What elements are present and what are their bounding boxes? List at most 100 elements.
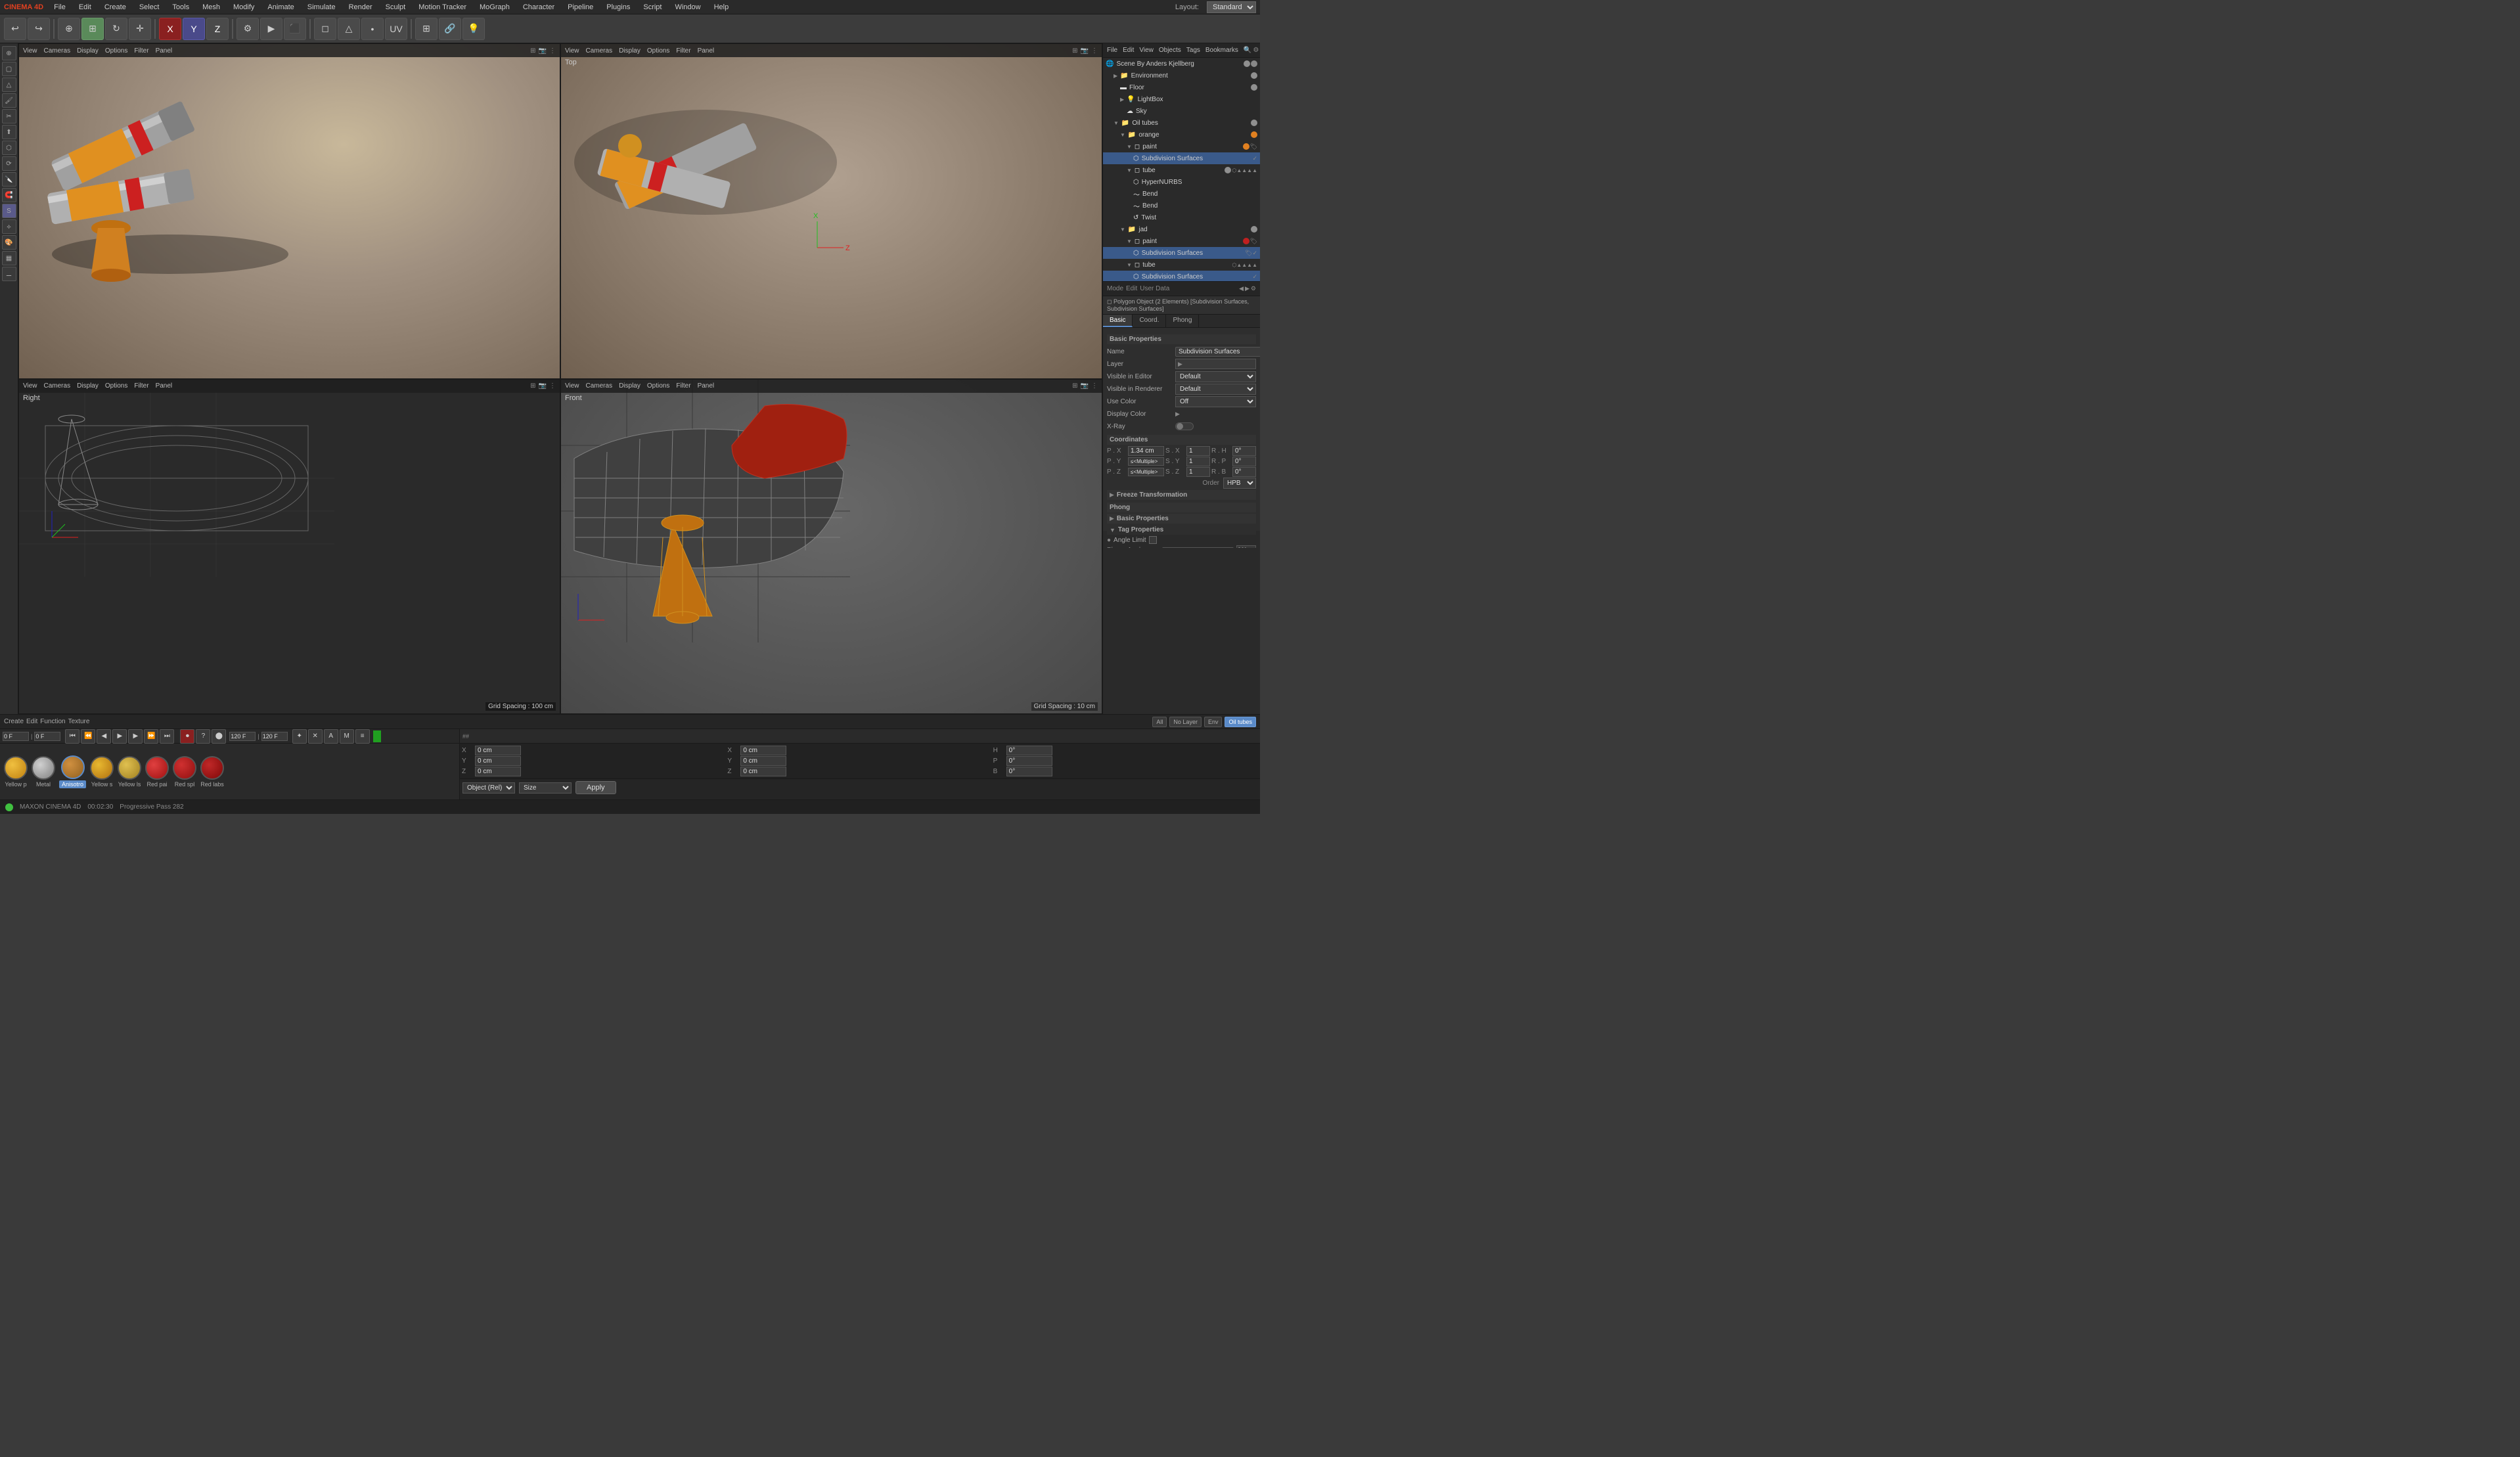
move-tool-button[interactable]: ⊕ bbox=[58, 18, 80, 40]
menu-select[interactable]: Select bbox=[137, 3, 162, 11]
menu-file[interactable]: File bbox=[51, 3, 68, 11]
cf-sx-input[interactable] bbox=[1186, 446, 1210, 456]
menu-tools[interactable]: Tools bbox=[169, 3, 192, 11]
tag-props-section[interactable]: ▼ Tag Properties bbox=[1107, 525, 1256, 535]
play-end-btn[interactable]: ⏭ bbox=[160, 729, 174, 744]
tl-auto-btn[interactable]: A bbox=[324, 729, 338, 744]
tool-grid-mode[interactable]: ▦ bbox=[2, 251, 16, 265]
tl-extra-btn[interactable]: ≡ bbox=[355, 729, 370, 744]
om-objects-menu[interactable]: Objects bbox=[1159, 47, 1181, 54]
record-btn[interactable]: ⏺ bbox=[180, 729, 194, 744]
menu-help[interactable]: Help bbox=[711, 3, 732, 11]
tab-coord[interactable]: Coord. bbox=[1133, 315, 1166, 327]
al-checkbox[interactable] bbox=[1149, 536, 1157, 544]
viewport-front[interactable]: View Cameras Display Options Filter Pane… bbox=[560, 379, 1102, 715]
frame-total-input[interactable] bbox=[261, 732, 288, 741]
xray-toggle[interactable] bbox=[1175, 422, 1194, 430]
tree-item-bend2[interactable]: 〜 Bend bbox=[1103, 200, 1260, 212]
grid-button[interactable]: ⊞ bbox=[415, 18, 438, 40]
layout-dropdown[interactable]: Standard bbox=[1207, 1, 1256, 13]
tree-item-environment[interactable]: ▶ 📁 Environment bbox=[1103, 70, 1260, 81]
tree-item-tube-jad[interactable]: ▼ ◻ tube ⬡▲▲▲▲ bbox=[1103, 259, 1260, 271]
viewport-right[interactable]: View Cameras Display Options Filter Pane… bbox=[18, 379, 560, 715]
vp2-expand-icon[interactable]: ⊞ bbox=[1072, 47, 1077, 55]
swatch-metal[interactable]: Metal bbox=[32, 756, 55, 788]
coord-y2-input[interactable] bbox=[740, 756, 786, 766]
freeze-transform-section[interactable]: ▶ Freeze Transformation bbox=[1107, 490, 1256, 500]
order-dropdown[interactable]: HPB bbox=[1223, 478, 1256, 489]
menu-create[interactable]: Create bbox=[102, 3, 129, 11]
vp4-panel[interactable]: Panel bbox=[698, 382, 715, 390]
filter-nolayer[interactable]: No Layer bbox=[1169, 717, 1202, 727]
tree-item-twist1[interactable]: ↺ Twist bbox=[1103, 212, 1260, 223]
frame-start-input[interactable] bbox=[3, 732, 29, 741]
prop-mode-btn[interactable]: Mode bbox=[1107, 285, 1123, 292]
menu-render[interactable]: Render bbox=[346, 3, 375, 11]
vp1-filter[interactable]: Filter bbox=[134, 47, 148, 55]
key-info-btn[interactable]: ? bbox=[196, 729, 210, 744]
swatch-red-labs[interactable]: Red labs bbox=[200, 756, 224, 788]
vp1-options[interactable]: Options bbox=[105, 47, 127, 55]
menu-window[interactable]: Window bbox=[672, 3, 703, 11]
menu-sculpt[interactable]: Sculpt bbox=[383, 3, 409, 11]
tree-item-hypernurbs[interactable]: ⬡ HyperNURBS bbox=[1103, 176, 1260, 188]
tl-del-key-btn[interactable]: ✕ bbox=[308, 729, 323, 744]
om-tags-menu[interactable]: Tags bbox=[1186, 47, 1200, 54]
menu-pipeline[interactable]: Pipeline bbox=[565, 3, 596, 11]
swatch-yellow-ls[interactable]: Yellow ls bbox=[118, 756, 141, 788]
tree-item-paint-jad[interactable]: ▼ ◻ paint 🏷 bbox=[1103, 235, 1260, 247]
coord-z2-input[interactable] bbox=[740, 767, 786, 776]
tl-texture-tab[interactable]: Texture bbox=[68, 718, 90, 725]
om-settings-icon[interactable]: ⚙ bbox=[1253, 47, 1259, 54]
key-set-btn[interactable]: ⬤ bbox=[212, 729, 226, 744]
render-settings-button[interactable]: ⚙ bbox=[236, 18, 259, 40]
vp3-display[interactable]: Display bbox=[77, 382, 99, 390]
swatch-red-spl[interactable]: Red spl bbox=[173, 756, 196, 788]
vp4-menu-icon[interactable]: ⋮ bbox=[1091, 382, 1098, 390]
coord-x1-input[interactable] bbox=[475, 746, 521, 755]
tree-item-paint-orange[interactable]: ▼ ◻ paint 🏷 bbox=[1103, 141, 1260, 152]
vis-renderer-dropdown[interactable]: Default bbox=[1175, 384, 1256, 395]
cf-rp-input[interactable] bbox=[1232, 457, 1256, 466]
swatch-red-pai[interactable]: Red pai bbox=[145, 756, 169, 788]
swatch-yellow-s[interactable]: Yellow s bbox=[90, 756, 114, 788]
vp3-filter[interactable]: Filter bbox=[134, 382, 148, 390]
tl-edit-tab[interactable]: Edit bbox=[26, 718, 37, 725]
apply-button[interactable]: Apply bbox=[575, 781, 616, 794]
basic-props-section[interactable]: ▶ Basic Properties bbox=[1107, 514, 1256, 524]
play-start-btn[interactable]: ⏮ bbox=[65, 729, 79, 744]
tree-item-sky[interactable]: ☁ Sky bbox=[1103, 105, 1260, 117]
prop-settings-icon[interactable]: ⚙ bbox=[1251, 285, 1256, 292]
vp4-filter[interactable]: Filter bbox=[676, 382, 690, 390]
cf-rh-input[interactable] bbox=[1232, 446, 1256, 456]
tool-brush[interactable]: 🖌 bbox=[2, 93, 16, 108]
vp1-cameras[interactable]: Cameras bbox=[44, 47, 71, 55]
vp2-cameras[interactable]: Cameras bbox=[586, 47, 613, 55]
prop-edit-btn[interactable]: Edit bbox=[1126, 285, 1137, 292]
tree-item-jad[interactable]: ▼ 📁 jad bbox=[1103, 223, 1260, 235]
vp4-expand-icon[interactable]: ⊞ bbox=[1072, 382, 1077, 390]
tree-item-subdiv-2[interactable]: ⬡ Subdivision Surfaces 🏷✓ bbox=[1103, 247, 1260, 259]
tree-item-orange[interactable]: ▼ 📁 orange bbox=[1103, 129, 1260, 141]
menu-plugins[interactable]: Plugins bbox=[604, 3, 633, 11]
cf-pz-input[interactable] bbox=[1128, 468, 1164, 476]
vis-editor-dropdown[interactable]: Default bbox=[1175, 371, 1256, 382]
tool-knife[interactable]: 🔪 bbox=[2, 172, 16, 187]
swatch-yellow-p[interactable]: Yellow p bbox=[4, 756, 28, 788]
render-view-button[interactable]: ⬛ bbox=[284, 18, 306, 40]
menu-modify[interactable]: Modify bbox=[231, 3, 257, 11]
tree-item-scene[interactable]: 🌐 Scene By Anders Kjellberg bbox=[1103, 58, 1260, 70]
vp2-filter[interactable]: Filter bbox=[676, 47, 690, 55]
cf-rb-input[interactable] bbox=[1232, 467, 1256, 477]
transform-button[interactable]: ✛ bbox=[129, 18, 151, 40]
tl-create-tab[interactable]: Create bbox=[4, 718, 24, 725]
x-axis-button[interactable]: X bbox=[159, 18, 181, 40]
vp2-display[interactable]: Display bbox=[619, 47, 641, 55]
tree-item-floor[interactable]: ▬ Floor bbox=[1103, 81, 1260, 93]
vp2-options[interactable]: Options bbox=[647, 47, 669, 55]
tool-extrude[interactable]: ⬆ bbox=[2, 125, 16, 139]
menu-character[interactable]: Character bbox=[520, 3, 557, 11]
layer-field[interactable]: ▶ bbox=[1175, 359, 1256, 369]
menu-simulate[interactable]: Simulate bbox=[305, 3, 338, 11]
tool-poly[interactable]: △ bbox=[2, 78, 16, 92]
